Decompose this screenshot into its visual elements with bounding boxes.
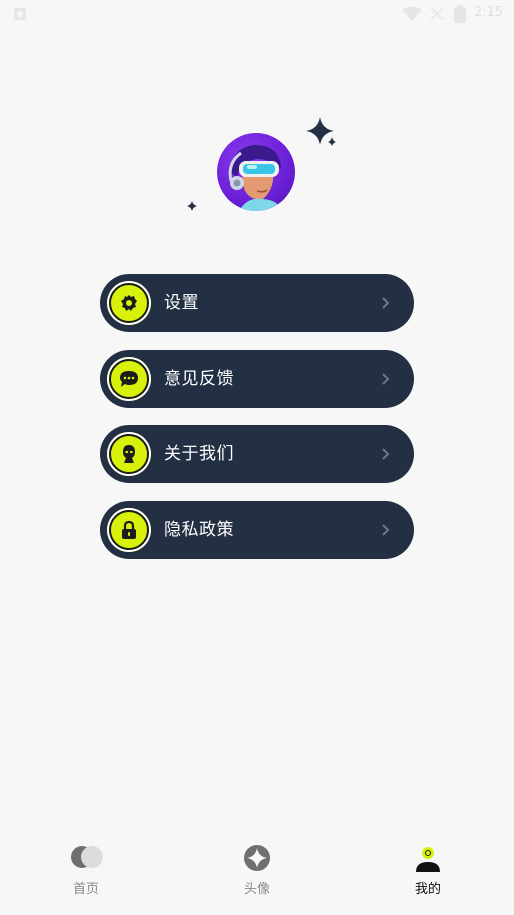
user-icon bbox=[123, 445, 135, 463]
chevron-right-icon bbox=[382, 297, 390, 309]
avatar[interactable] bbox=[217, 133, 295, 211]
notification-icon bbox=[14, 8, 26, 20]
menu-item-feedback[interactable]: 意见反馈 bbox=[100, 349, 414, 408]
settings-menu: 设置 意见反馈 关于我们 隐私政策 bbox=[100, 274, 414, 576]
menu-item-label: 隐私政策 bbox=[164, 519, 234, 540]
compass-icon bbox=[244, 845, 270, 871]
menu-item-privacy-policy[interactable]: 隐私政策 bbox=[100, 500, 414, 559]
status-time: 2:15 bbox=[474, 5, 504, 20]
menu-item-label: 意见反馈 bbox=[164, 368, 234, 389]
tab-mine[interactable]: 我的 bbox=[368, 838, 488, 908]
chevron-right-icon bbox=[382, 448, 390, 460]
sparkle-icon bbox=[306, 117, 336, 146]
chevron-right-icon bbox=[382, 372, 390, 385]
tab-label: 头像 bbox=[243, 882, 270, 897]
tab-avatar[interactable]: 头像 bbox=[197, 838, 317, 908]
menu-icon-badge bbox=[107, 281, 151, 325]
tab-home[interactable]: 首页 bbox=[26, 838, 146, 908]
chat-bubble-icon bbox=[120, 370, 138, 387]
menu-item-about-us[interactable]: 关于我们 bbox=[100, 425, 414, 483]
sparkle-icon bbox=[187, 201, 197, 211]
bottom-tab-bar: 首页 头像 我的 bbox=[0, 838, 514, 915]
tab-label: 首页 bbox=[72, 882, 99, 897]
menu-icon-badge bbox=[107, 507, 151, 552]
menu-item-settings[interactable]: 设置 bbox=[100, 274, 414, 332]
wifi-icon bbox=[402, 6, 422, 21]
lock-icon bbox=[122, 520, 136, 539]
profile-icon bbox=[416, 847, 440, 872]
home-circles-icon bbox=[71, 846, 103, 868]
menu-item-label: 关于我们 bbox=[164, 444, 234, 464]
menu-icon-badge bbox=[107, 432, 151, 476]
signal-icon bbox=[430, 7, 444, 21]
status-bar: 2:15 bbox=[0, 0, 514, 28]
menu-icon-badge bbox=[107, 356, 151, 401]
tab-label: 我的 bbox=[414, 882, 441, 897]
chevron-right-icon bbox=[382, 523, 390, 536]
vr-headset-boy-avatar bbox=[228, 145, 283, 211]
gear-icon bbox=[121, 295, 137, 311]
battery-icon bbox=[454, 5, 466, 23]
menu-item-label: 设置 bbox=[164, 293, 199, 313]
